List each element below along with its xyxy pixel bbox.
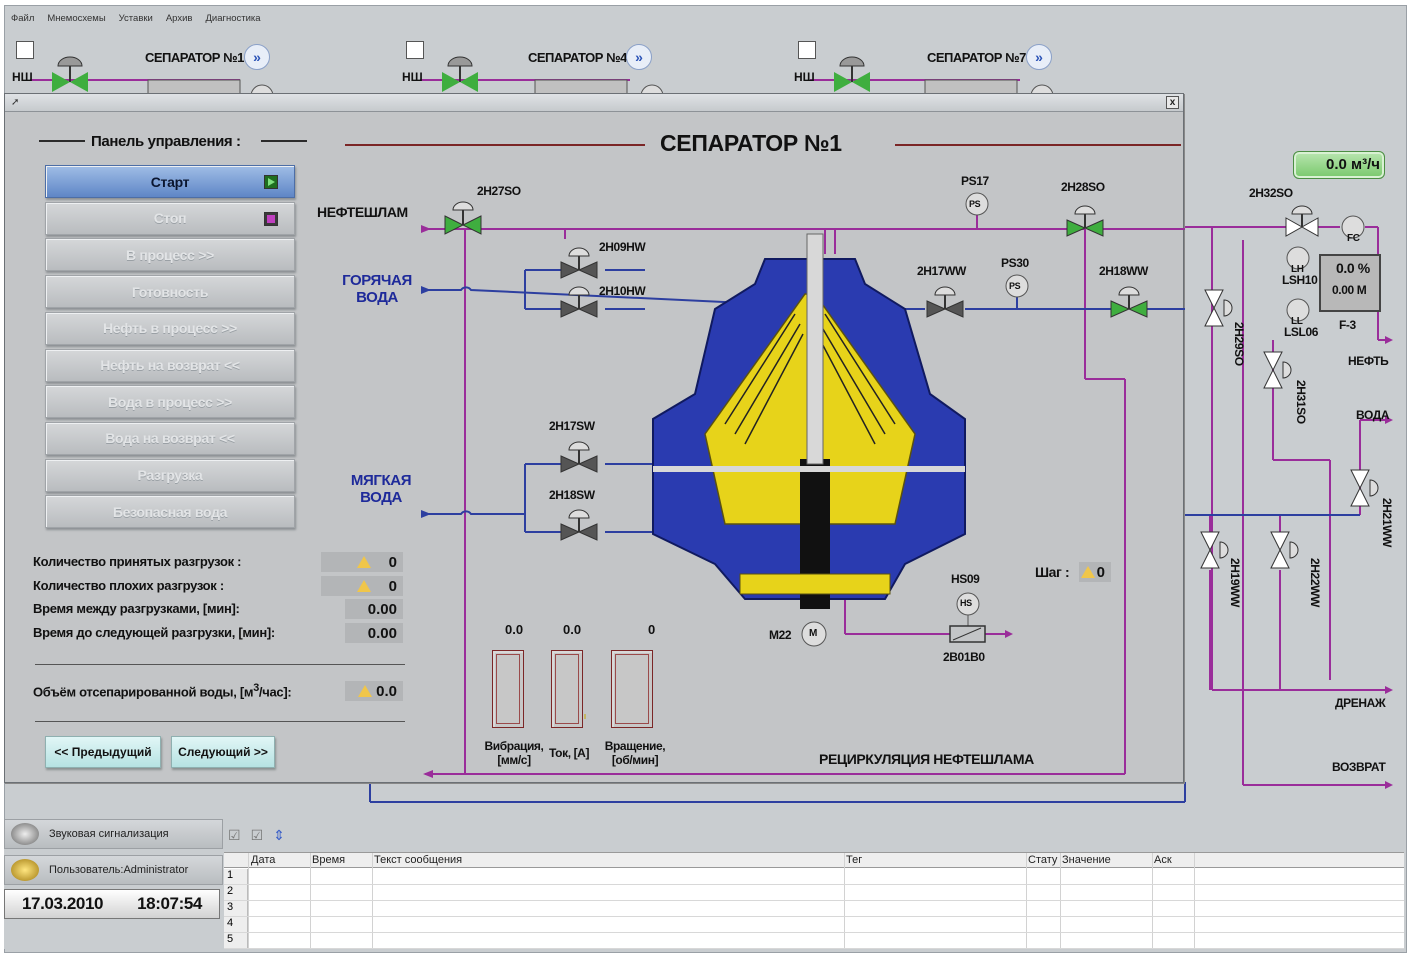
- sort-icon[interactable]: ⇕: [273, 827, 285, 844]
- date-time-display: 17.03.2010 18:07:54: [4, 889, 220, 919]
- ps-badge: PS: [969, 199, 981, 209]
- acknowledge-all-icon[interactable]: ☑: [251, 827, 264, 844]
- ll-badge: LL: [1291, 316, 1303, 327]
- table-row[interactable]: 3: [224, 901, 1404, 917]
- lsh-tag: LSH10: [1282, 273, 1318, 287]
- valve-icon: [834, 56, 870, 92]
- col-status[interactable]: Стату: [1028, 854, 1057, 866]
- level-meters: 0.00 М: [1332, 283, 1367, 297]
- table-row[interactable]: 4: [224, 917, 1404, 933]
- date-value: 17.03.2010: [22, 894, 104, 913]
- valve-tag-2h29so: 2Н29SО: [1232, 322, 1246, 366]
- valve-tag-2h27so: 2Н27SО: [477, 184, 521, 198]
- current-gauge: [551, 650, 583, 728]
- lsl-tag: LSL06: [1284, 325, 1319, 339]
- key-icon: [11, 859, 39, 881]
- valve-tag-2h19ww: 2Н19WW: [1228, 558, 1242, 607]
- valve-icon: [52, 56, 88, 92]
- col-value[interactable]: Значение: [1062, 854, 1111, 866]
- valve-icon: [926, 286, 964, 318]
- tank-f3-tag: F-3: [1339, 318, 1356, 332]
- table-row[interactable]: 2: [224, 885, 1404, 901]
- vibration-value: 0.0: [505, 622, 524, 637]
- rotation-gauge: [611, 650, 653, 728]
- acknowledge-icon[interactable]: ☑: [228, 827, 241, 844]
- time-value: 18:07:54: [137, 894, 202, 913]
- vibration-label: Вибрация, [мм/с]: [484, 739, 544, 767]
- sound-alarm-row[interactable]: Звуковая сигнализация: [4, 819, 223, 849]
- flow-value: 0.0 м³/ч: [1326, 156, 1380, 173]
- bg-valves: [52, 56, 1054, 100]
- recirculation-label: РЕЦИРКУЛЯЦИЯ НЕФТЕШЛАМА: [819, 751, 1034, 767]
- table-row[interactable]: 5: [224, 933, 1404, 949]
- warning-icon: [1080, 566, 1095, 578]
- ps-badge: PS: [1009, 281, 1021, 291]
- alarm-toolbar: ☑ ☑ ⇕: [228, 822, 285, 848]
- valve-tag-2h17ww: 2Н17WW: [917, 264, 966, 278]
- valve-tag-2h18ww: 2Н18WW: [1099, 264, 1148, 278]
- valve-tag-2h31so: 2Н31SО: [1294, 380, 1308, 424]
- valve-icon: [560, 509, 598, 541]
- level-percent: 0.0 %: [1336, 260, 1370, 276]
- ps30-tag: PS30: [1001, 256, 1029, 270]
- motor-tag: M22: [769, 628, 792, 642]
- fc-badge: FC: [1347, 233, 1360, 244]
- step-label: Шаг :: [1035, 564, 1070, 580]
- input-soft-water: МЯГКАЯ ВОДА: [350, 472, 412, 506]
- separator-popup: ➚ x Панель управления : Старт Стоп В проце…: [4, 93, 1185, 783]
- valve-tag-2h32so: 2Н32SО: [1249, 186, 1293, 200]
- separator-body: [652, 233, 966, 609]
- valve-icon: [560, 441, 598, 473]
- valve-icon: [560, 286, 598, 318]
- user-row[interactable]: Пользователь:Administrator: [4, 855, 223, 885]
- col-message[interactable]: Текст сообщения: [374, 854, 462, 866]
- valve-tag-2h17sw: 2Н17SW: [549, 419, 595, 433]
- speaker-icon: [11, 823, 39, 845]
- current-label: Ток, [А]: [549, 746, 590, 760]
- valve-tag-2h09hw: 2Н09НW: [599, 240, 646, 254]
- input-oil-sludge: НЕФТЕШЛАМ: [317, 204, 408, 220]
- table-header: Дата Время Текст сообщения Тег Стату Зна…: [224, 853, 1404, 868]
- col-date[interactable]: Дата: [251, 854, 275, 866]
- col-tag[interactable]: Тег: [846, 854, 862, 866]
- alarm-side-panel: Звуковая сигнализация Пользователь:Admin…: [4, 819, 223, 949]
- valve-tag-2b01b0: 2В01В0: [943, 650, 985, 664]
- valve-icon: [1110, 286, 1148, 318]
- separator-scheme: [421, 192, 1185, 778]
- motor-badge: M: [809, 628, 817, 639]
- col-ack[interactable]: Аск: [1154, 854, 1172, 866]
- current-value: 0.0: [563, 622, 582, 637]
- rotation-label: Вращение, [об/мин]: [604, 739, 666, 767]
- valve-tag-2h28so: 2Н28SО: [1061, 180, 1105, 194]
- valve-tag-2h21ww: 2Н21WW: [1380, 498, 1394, 547]
- valve-icon: [442, 56, 478, 92]
- lh-badge: LH: [1291, 264, 1304, 275]
- valve-tag-2h10hw: 2Н10НW: [599, 284, 646, 298]
- return-outlet-label: ВОЗВРАТ: [1332, 760, 1386, 774]
- ps17-tag: PS17: [961, 174, 989, 188]
- oil-outlet-label: НЕФТЬ: [1348, 354, 1389, 368]
- input-hot-water: ГОРЯЧАЯ ВОДА: [342, 272, 412, 306]
- drain-outlet-label: ДРЕНАЖ: [1335, 696, 1386, 710]
- step-value: 0: [1079, 562, 1111, 582]
- alarm-table: Дата Время Текст сообщения Тег Стату Зна…: [224, 852, 1404, 949]
- water-outlet-label: ВОДА: [1356, 408, 1390, 422]
- valve-tag-2h22ww: 2Н22WW: [1308, 558, 1322, 607]
- rotation-value: 0: [648, 622, 656, 637]
- hs09-tag: HS09: [951, 572, 980, 586]
- col-time[interactable]: Время: [312, 854, 345, 866]
- valve-tag-2h18sw: 2Н18SW: [549, 488, 595, 502]
- vibration-gauge: [492, 650, 524, 728]
- valve-icon: [560, 247, 598, 279]
- hs-badge: HS: [960, 598, 972, 608]
- table-row[interactable]: 1: [224, 869, 1404, 885]
